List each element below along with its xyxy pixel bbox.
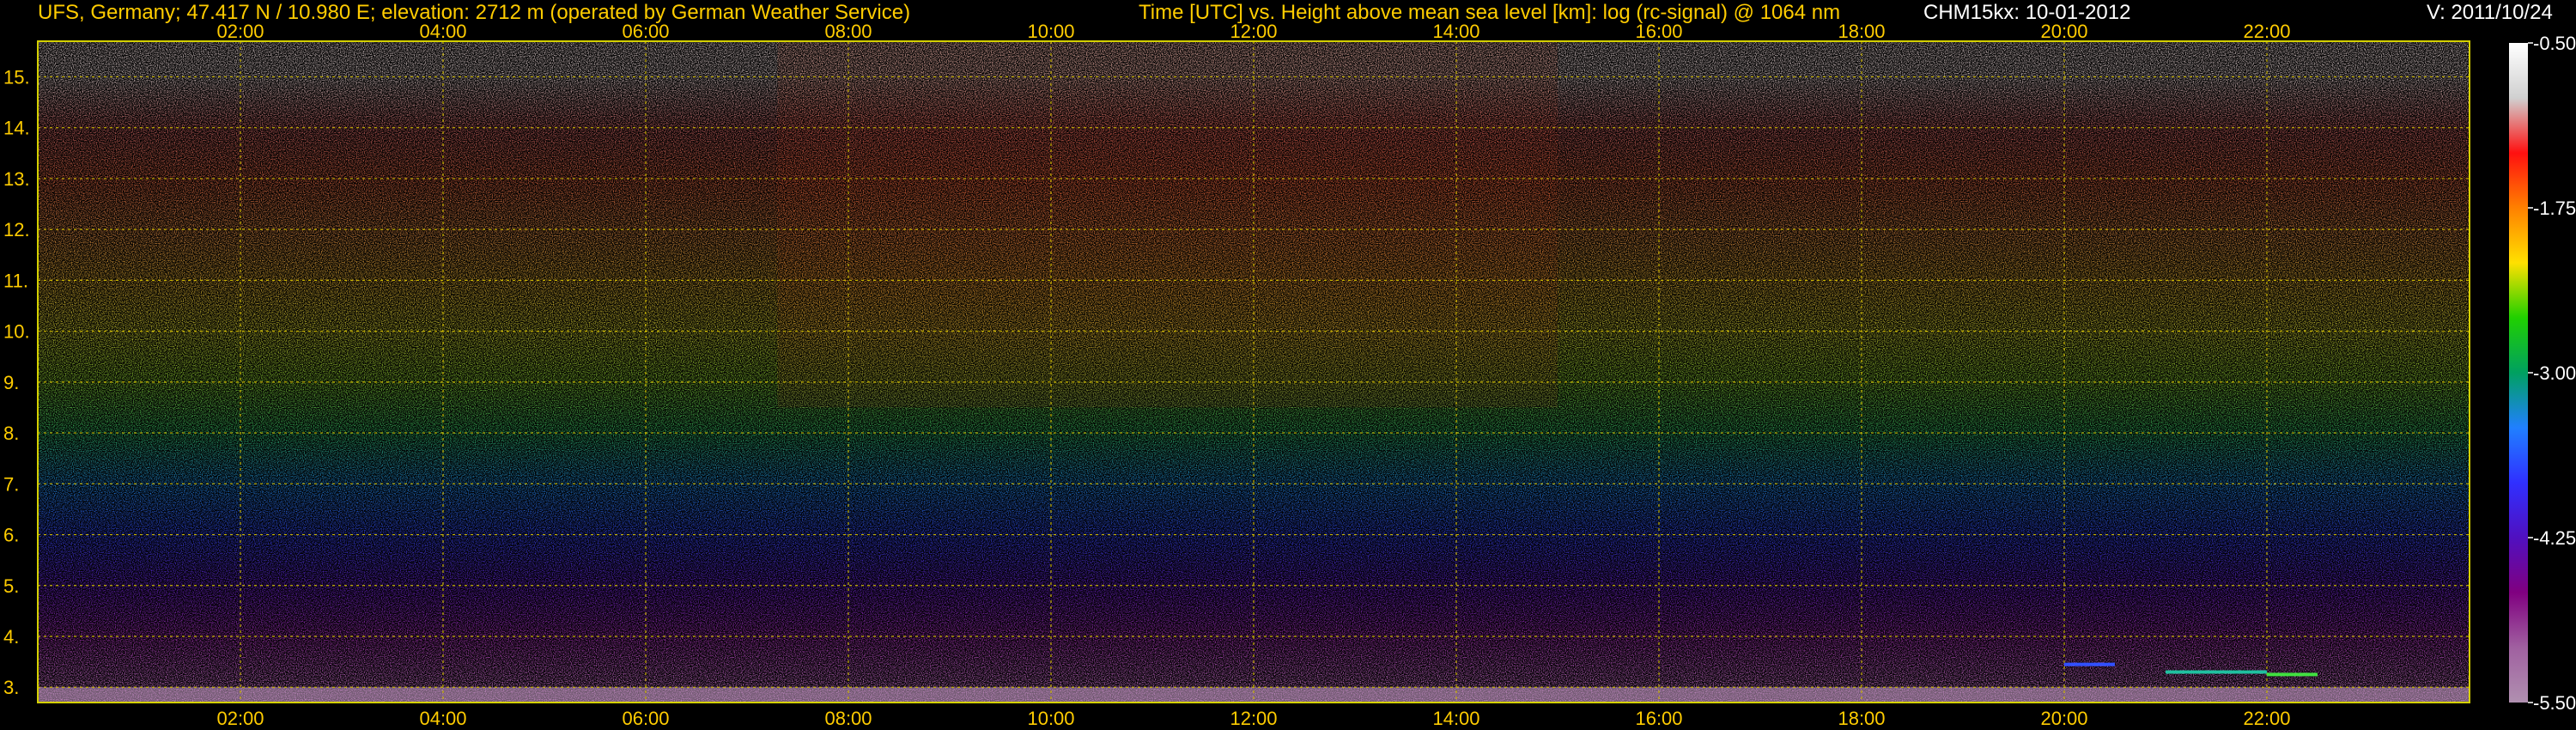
x-tick-label-top: 12:00 <box>1230 21 1277 42</box>
x-tick-label-bottom: 20:00 <box>2040 708 2087 729</box>
lidar-chart: 02:00 04:00 06:00 08:00 10:00 12:00 14:00 16:00… <box>3 21 2576 729</box>
y-tick-label: 4. <box>3 626 19 648</box>
x-axis-top: 02:00 04:00 06:00 08:00 10:00 12:00 14:00 16:00… <box>216 21 2290 42</box>
colorbar-tick-label: -1.75 <box>2533 198 2576 219</box>
y-tick-label: 13. <box>3 168 30 190</box>
surface-layer <box>38 687 2470 703</box>
x-tick-label-top: 08:00 <box>824 21 872 42</box>
colorbar-scale <box>2509 43 2528 703</box>
colorbar-ticks: -0.50 -1.75 -3.00 -4.25 -5.50 <box>2528 33 2576 714</box>
x-tick-label-bottom: 16:00 <box>1635 708 1682 729</box>
plot-area <box>37 40 2470 703</box>
x-tick-label-top: 22:00 <box>2243 21 2290 42</box>
x-axis-bottom: 02:00 04:00 06:00 08:00 10:00 12:00 14:00 16:00… <box>216 708 2290 729</box>
y-tick-label: 6. <box>3 525 19 546</box>
colorbar-tick-label: -0.50 <box>2533 33 2576 54</box>
x-tick-label-top: 10:00 <box>1027 21 1074 42</box>
colorbar: -0.50 -1.75 -3.00 -4.25 -5.50 <box>2509 33 2576 714</box>
x-tick-label-bottom: 02:00 <box>216 708 264 729</box>
x-tick-label-top: 06:00 <box>622 21 669 42</box>
x-tick-label-bottom: 14:00 <box>1432 708 1479 729</box>
y-tick-label: 15. <box>3 66 30 88</box>
y-tick-label: 8. <box>3 423 19 444</box>
x-tick-label-bottom: 22:00 <box>2243 708 2290 729</box>
x-tick-label-top: 14:00 <box>1432 21 1479 42</box>
y-axis: 3. 4. 5. 6. 7. 8. 9. 10. 11. 12. 13. 14. 15. <box>3 66 30 698</box>
x-tick-label-bottom: 18:00 <box>1838 708 1885 729</box>
colorbar-tick-label: -5.50 <box>2533 692 2576 714</box>
y-tick-label: 12. <box>3 219 30 240</box>
y-tick-label: 14. <box>3 118 30 139</box>
y-tick-label: 9. <box>3 372 19 393</box>
midday-warm-overlay <box>777 41 1558 408</box>
x-tick-label-bottom: 06:00 <box>622 708 669 729</box>
x-tick-label-top: 18:00 <box>1838 21 1885 42</box>
y-tick-label: 3. <box>3 677 19 698</box>
x-tick-label-bottom: 12:00 <box>1230 708 1277 729</box>
x-tick-label-bottom: 08:00 <box>824 708 872 729</box>
x-tick-label-top: 20:00 <box>2040 21 2087 42</box>
y-tick-label: 7. <box>3 473 19 495</box>
x-tick-label-bottom: 04:00 <box>419 708 466 729</box>
colorbar-tick-label: -3.00 <box>2533 362 2576 384</box>
x-tick-label-top: 04:00 <box>419 21 466 42</box>
y-tick-label: 11. <box>3 270 28 291</box>
y-tick-label: 10. <box>3 321 30 343</box>
x-tick-label-bottom: 10:00 <box>1027 708 1074 729</box>
colorbar-tick-label: -4.25 <box>2533 527 2576 549</box>
x-tick-label-top: 02:00 <box>216 21 264 42</box>
y-tick-label: 5. <box>3 575 19 597</box>
x-tick-label-top: 16:00 <box>1635 21 1682 42</box>
